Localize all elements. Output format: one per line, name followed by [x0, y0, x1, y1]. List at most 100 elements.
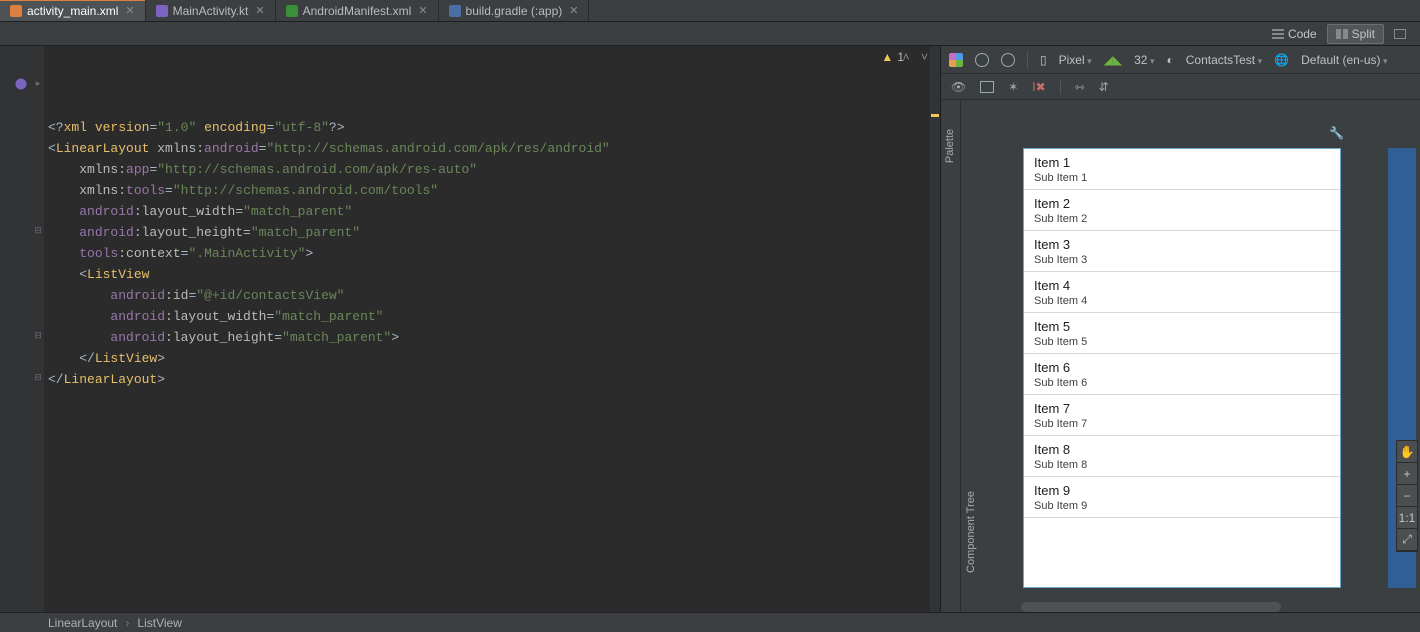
listview-preview-item[interactable]: Item 9 Sub Item 9	[1024, 477, 1340, 518]
view-mode-code[interactable]: Code	[1264, 25, 1325, 43]
list-item-subtitle: Sub Item 7	[1034, 418, 1330, 430]
class-gutter-icon[interactable]	[14, 77, 28, 91]
zoom-button[interactable]: ⤢	[1397, 529, 1417, 551]
design-surface-container: Palette 🔧 Item 1 Sub Item 1 Item 2 Sub Item…	[941, 100, 1420, 612]
design-surface[interactable]: 🔧 Item 1 Sub Item 1 Item 2 Sub Item 2 Item 3…	[961, 100, 1420, 612]
tab-label: MainActivity.kt	[173, 4, 249, 18]
file-type-icon	[286, 5, 298, 17]
list-item-title: Item 1	[1034, 155, 1330, 170]
error-stripe[interactable]	[930, 46, 940, 612]
fold-icon[interactable]: ▸	[34, 79, 42, 87]
list-item-title: Item 3	[1034, 237, 1330, 252]
close-icon[interactable]: ✕	[255, 4, 264, 17]
device-phone-icon: ▯	[1040, 53, 1047, 67]
view-mode-split[interactable]: Split	[1327, 24, 1384, 44]
zoom-button[interactable]: 1:1	[1397, 507, 1417, 529]
api-select[interactable]: 32	[1134, 53, 1154, 67]
warning-marker[interactable]	[931, 114, 939, 117]
view-options-wrench-icon[interactable]: 🔧	[1329, 126, 1344, 140]
fold-icon[interactable]: ⊟	[34, 331, 42, 339]
split-icon	[1336, 29, 1348, 39]
editor-tab[interactable]: activity_main.xml ✕	[0, 0, 146, 21]
editor-tab[interactable]: AndroidManifest.xml ✕	[276, 0, 439, 21]
editor-tab[interactable]: MainActivity.kt ✕	[146, 0, 276, 21]
breadcrumb-item[interactable]: LinearLayout	[48, 616, 117, 630]
code-editor[interactable]: <?xml version="1.0" encoding="utf-8"?><L…	[44, 46, 940, 612]
android-icon: ◢◣	[1104, 53, 1122, 67]
night-mode-icon[interactable]	[1001, 53, 1015, 67]
component-tree-label: Component Tree	[965, 491, 977, 573]
listview-preview-item[interactable]: Item 8 Sub Item 8	[1024, 436, 1340, 477]
list-item-title: Item 7	[1034, 401, 1330, 416]
list-item-subtitle: Sub Item 6	[1034, 377, 1330, 389]
warning-icon: ▲	[881, 50, 893, 64]
list-item-subtitle: Sub Item 8	[1034, 459, 1330, 471]
zoom-button[interactable]: ✋	[1397, 441, 1417, 463]
palette-sidebar-tab[interactable]: Palette	[941, 100, 961, 612]
design-toolbar: ▯ Pixel ◢◣ 32 ◐ ContactsTest 🌐 Default (…	[941, 46, 1420, 74]
list-item-title: Item 9	[1034, 483, 1330, 498]
view-mode-code-label: Code	[1288, 27, 1317, 41]
theme-icon: ◐	[1167, 53, 1174, 67]
close-icon[interactable]: ✕	[418, 4, 427, 17]
list-item-title: Item 5	[1034, 319, 1330, 334]
locale-select[interactable]: Default (en-us)	[1301, 53, 1387, 67]
orientation-icon[interactable]	[975, 53, 989, 67]
zoom-button[interactable]: +	[1397, 463, 1417, 485]
list-item-title: Item 6	[1034, 360, 1330, 375]
breadcrumb-item[interactable]: ListView	[137, 616, 181, 630]
listview-preview-item[interactable]: Item 1 Sub Item 1	[1024, 149, 1340, 190]
device-preview[interactable]: Item 1 Sub Item 1 Item 2 Sub Item 2 Item 3 Su…	[1023, 148, 1341, 588]
listview-preview-item[interactable]: Item 7 Sub Item 7	[1024, 395, 1340, 436]
file-type-icon	[156, 5, 168, 17]
autoconnect-icon[interactable]	[980, 81, 994, 93]
breadcrumb-bar: LinearLayout › ListView	[0, 612, 1420, 632]
code-icon	[1272, 29, 1284, 39]
chevron-right-icon: ›	[125, 616, 129, 630]
surface-select-icon[interactable]	[949, 53, 963, 67]
list-item-subtitle: Sub Item 1	[1034, 172, 1330, 184]
list-item-title: Item 4	[1034, 278, 1330, 293]
list-item-title: Item 2	[1034, 196, 1330, 211]
tab-label: build.gradle (:app)	[466, 4, 563, 18]
list-item-subtitle: Sub Item 3	[1034, 254, 1330, 266]
close-icon[interactable]: ✕	[569, 4, 578, 17]
listview-preview-item[interactable]: Item 5Sub Item 5	[1024, 313, 1340, 354]
listview-preview-item[interactable]: Item 2 Sub Item 2	[1024, 190, 1340, 231]
fold-icon[interactable]: ⊟	[34, 373, 42, 381]
editor-tab-bar: activity_main.xml✕MainActivity.kt✕Androi…	[0, 0, 1420, 22]
editor-gutter: ▸ ⊟ ⊟ ⊟	[0, 46, 44, 612]
editor-tab[interactable]: build.gradle (:app) ✕	[439, 0, 590, 21]
device-select[interactable]: Pixel	[1059, 53, 1092, 67]
tab-label: AndroidManifest.xml	[303, 4, 412, 18]
fold-icon[interactable]: ⊟	[34, 226, 42, 234]
inspection-summary[interactable]: ▲ 1	[881, 50, 904, 64]
view-mode-design[interactable]	[1386, 27, 1414, 41]
align-vertical-icon[interactable]: ⇵	[1099, 80, 1109, 94]
theme-select[interactable]: ContactsTest	[1186, 53, 1262, 67]
list-item-subtitle: Sub Item 2	[1034, 213, 1330, 225]
close-icon[interactable]: ✕	[125, 4, 134, 17]
list-item-subtitle: Sub Item 4	[1034, 295, 1330, 307]
component-tree-sidebar-tab[interactable]: Component Tree	[961, 462, 981, 602]
view-mode-split-label: Split	[1352, 27, 1375, 41]
tab-label: activity_main.xml	[27, 4, 118, 18]
align-horizontal-icon[interactable]: ⇿	[1075, 80, 1085, 94]
listview-preview-item[interactable]: Item 6 Sub Item 6	[1024, 354, 1340, 395]
design-toolbar-secondary: 👁 ✶ I✖ ⇿ ⇵	[941, 74, 1420, 100]
locale-icon: 🌐	[1274, 53, 1289, 67]
default-margins-icon[interactable]: ✶	[1008, 80, 1018, 94]
listview-preview-item[interactable]: Item 3 Sub Item 3	[1024, 231, 1340, 272]
view-options-icon[interactable]: 👁	[951, 80, 966, 94]
editor-main: ▸ ⊟ ⊟ ⊟ <?xml version="1.0" encoding="ut…	[0, 46, 1420, 612]
inspection-nav[interactable]: ˄ ˅	[903, 50, 932, 64]
zoom-controls: ✋+−1:1⤢	[1396, 440, 1418, 552]
design-icon	[1394, 29, 1406, 39]
zoom-button[interactable]: −	[1397, 485, 1417, 507]
listview-preview-item[interactable]: Item 4 Sub Item 4	[1024, 272, 1340, 313]
palette-label: Palette	[945, 129, 957, 163]
list-item-title: Item 8	[1034, 442, 1330, 457]
horizontal-scrollbar[interactable]	[1021, 602, 1281, 612]
clear-constraints-icon[interactable]: I✖	[1032, 80, 1045, 94]
list-item-subtitle: Sub Item 9	[1034, 500, 1330, 512]
